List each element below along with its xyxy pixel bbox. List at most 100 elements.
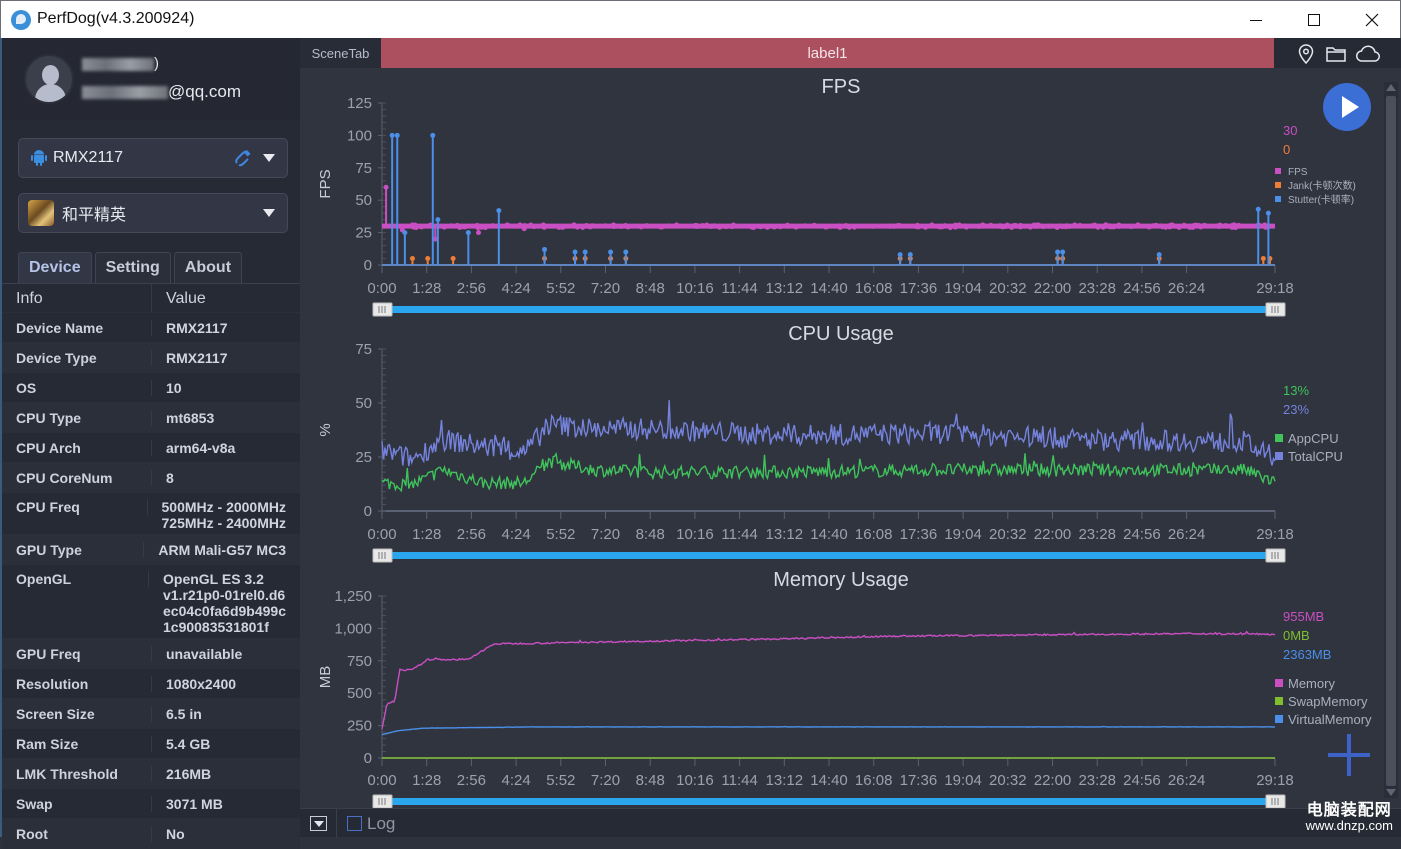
data-point [1171,223,1177,229]
y-axis-label: FPS [317,169,334,198]
table-row[interactable]: CPU Freq 500MHz - 2000MHz 725MHz - 2400MH… [2,493,300,535]
data-point [673,222,680,228]
log-checkbox[interactable] [347,816,362,831]
data-point [1255,206,1261,212]
info-key: OpenGL [2,571,149,587]
app-select[interactable]: 和平精英 [18,193,288,233]
data-point [643,223,650,229]
legend-item[interactable]: Memory [1275,676,1335,691]
data-point [700,223,706,229]
table-row[interactable]: GPU Type ARM Mali-G57 MC3 [2,535,300,565]
tab-about[interactable]: About [173,252,243,283]
y-axis-label: % [317,423,334,436]
legend-swatch [1275,679,1283,687]
vertical-scrollbar[interactable] [1384,82,1398,798]
table-row[interactable]: CPU Type mt6853 [2,403,300,433]
table-row[interactable]: OpenGL OpenGL ES 3.2 v1.r21p0-01rel0.d6 e… [2,565,300,639]
data-point [496,208,502,214]
x-tick-label: 23:28 [1078,526,1116,543]
scroll-down-icon[interactable] [1386,789,1396,796]
data-point [708,223,714,229]
legend-item[interactable]: TotalCPU [1275,449,1343,464]
x-tick-label: 11:44 [721,526,757,543]
android-icon [31,150,47,166]
x-tick-label: 11:44 [721,772,757,789]
table-row[interactable]: Device Name RMX2117 [2,313,300,343]
table-row[interactable]: CPU Arch arm64-v8a [2,433,300,463]
range-end-handle[interactable] [1265,548,1286,563]
data-point [482,224,488,230]
table-row[interactable]: Device Type RMX2117 [2,343,300,373]
x-tick-label: 4:24 [502,280,531,297]
info-key: OS [2,379,152,396]
y-tick-label: 0 [364,750,372,767]
scene-tab-button[interactable]: SceneTab [300,38,381,68]
usb-cable-icon[interactable] [233,149,253,169]
cloud-icon[interactable] [1355,43,1381,65]
x-tick-label: 26:24 [1168,280,1206,297]
avatar[interactable] [24,54,74,104]
data-point [1260,256,1266,262]
range-end-handle[interactable] [1265,794,1286,809]
start-test-play-button[interactable] [1323,83,1371,131]
legend-item[interactable]: Stutter(卡顿率) [1275,193,1354,206]
table-row[interactable]: OS 10 [2,373,300,403]
add-chart-button[interactable] [1328,734,1370,776]
perfdog-logo-icon [11,10,31,30]
scene-label[interactable]: label1 [381,38,1274,68]
data-point [722,223,728,229]
x-tick-label: 24:56 [1123,772,1161,789]
table-row[interactable]: GPU Freq unavailable [2,639,300,669]
table-row[interactable]: Screen Size 6.5 in [2,699,300,729]
legend-item[interactable]: SwapMemory [1275,694,1368,709]
data-point [1055,249,1061,255]
info-key: LMK Threshold [2,765,152,782]
info-key: Resolution [2,675,152,692]
tab-setting[interactable]: Setting [94,252,171,283]
scroll-up-icon[interactable] [1386,84,1396,91]
range-end-handle[interactable] [1265,302,1286,317]
data-point [394,132,400,138]
legend-item[interactable]: Jank(卡顿次数) [1275,179,1356,192]
legend-item[interactable]: VirtualMemory [1275,712,1372,727]
legend-item[interactable]: AppCPU [1275,431,1339,446]
minimize-button[interactable] [1227,1,1285,39]
data-point [608,249,614,255]
series-line [381,400,1276,467]
time-range-slider-track[interactable] [392,798,1275,805]
range-start-handle[interactable] [372,548,393,563]
data-point [777,224,783,230]
data-point [942,223,948,229]
folder-icon[interactable] [1325,43,1347,65]
bottom-bar: Log 电脑装配网 www.dnzp.com [300,803,1401,838]
table-row[interactable]: Ram Size 5.4 GB [2,729,300,759]
device-select[interactable]: RMX2117 [18,138,288,178]
table-row[interactable]: Swap 3071 MB [2,789,300,819]
table-row[interactable]: Resolution 1080x2400 [2,669,300,699]
legend-item[interactable]: FPS [1275,167,1308,178]
charts-area: FPS FPS 0 25 50 75 100 125 0:00 1:28 2:56 4:24 5:52 7… [300,68,1382,809]
data-point [560,224,566,230]
table-row[interactable]: LMK Threshold 216MB [2,759,300,789]
tab-device[interactable]: Device [18,252,92,283]
y-tick-label: 50 [355,192,372,209]
table-row[interactable]: CPU CoreNum 8 [2,463,300,493]
x-tick-label: 0:00 [367,772,396,789]
time-range-slider-track[interactable] [392,552,1275,559]
close-button[interactable] [1343,1,1401,39]
maximize-button[interactable] [1285,1,1343,39]
x-tick-label: 16:08 [855,772,893,789]
range-start-handle[interactable] [372,302,393,317]
range-start-handle[interactable] [372,794,393,809]
location-pin-icon[interactable] [1295,43,1317,65]
data-point [540,222,546,228]
time-range-slider-track[interactable] [392,306,1275,313]
scrollbar-thumb[interactable] [1386,96,1396,786]
info-key: GPU Freq [2,645,152,662]
table-row[interactable]: Root No [2,819,300,849]
data-point [1199,223,1205,229]
series-line [381,725,1276,736]
column-header-info: Info [2,284,152,312]
expand-log-button[interactable] [310,816,327,831]
data-point [891,223,898,229]
